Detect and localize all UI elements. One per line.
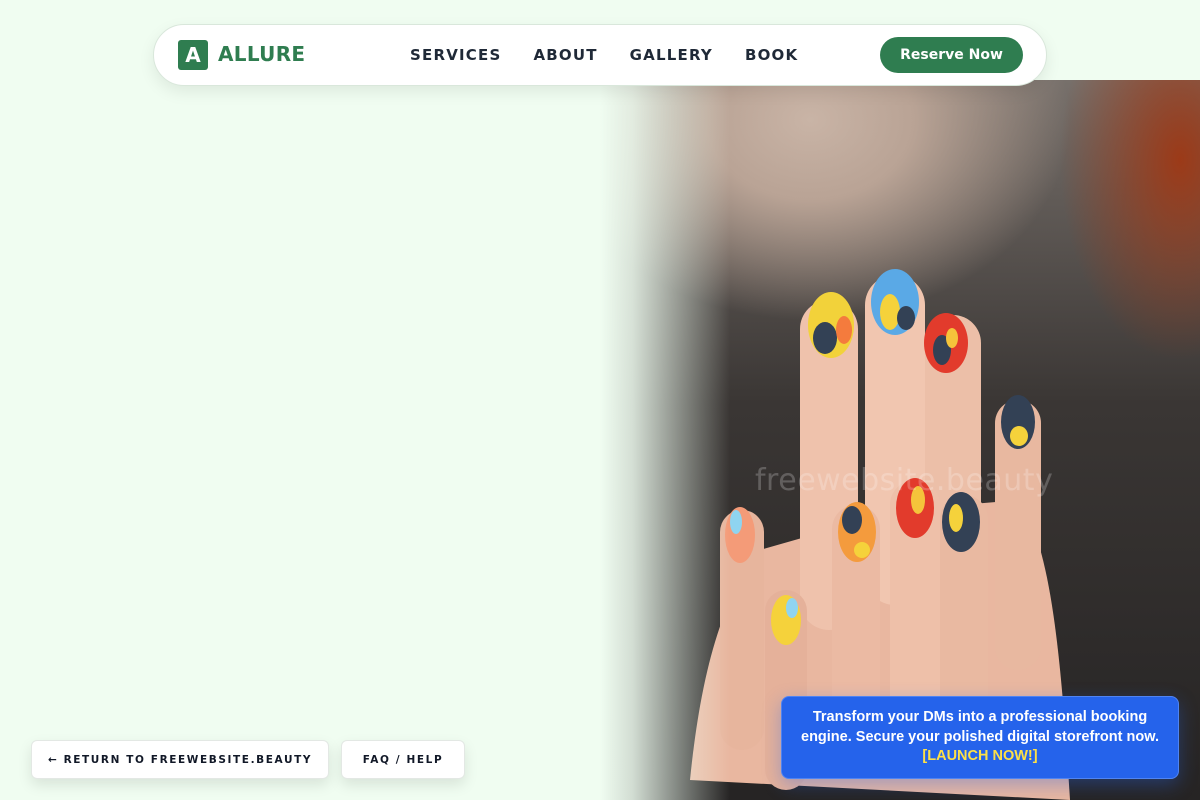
nav-link-book[interactable]: BOOK (745, 46, 798, 64)
nav-link-gallery[interactable]: GALLERY (630, 46, 713, 64)
watermark-text: freewebsite.beauty (755, 463, 1054, 498)
main-menu: SERVICES ABOUT GALLERY BOOK (410, 46, 798, 64)
nav-link-about[interactable]: ABOUT (533, 46, 597, 64)
reserve-now-button[interactable]: Reserve Now (880, 37, 1023, 73)
promo-banner[interactable]: Transform your DMs into a professional b… (781, 696, 1179, 779)
faq-help-button[interactable]: FAQ / HELP (341, 740, 465, 779)
header-nav: A ALLURE SERVICES ABOUT GALLERY BOOK Res… (153, 24, 1047, 86)
promo-text: Transform your DMs into a professional b… (801, 709, 1159, 745)
nav-link-services[interactable]: SERVICES (410, 46, 501, 64)
hero-fade (600, 80, 730, 800)
logo-icon[interactable]: A (178, 40, 208, 70)
launch-now-link[interactable]: [LAUNCH NOW!] (782, 747, 1178, 767)
brand-name[interactable]: ALLURE (218, 42, 305, 66)
page: freewebsite.beauty A ALLURE SERVICES ABO… (0, 0, 1200, 800)
return-to-site-button[interactable]: ← RETURN TO FREEWEBSITE.BEAUTY (31, 740, 329, 779)
hero-image (600, 80, 1200, 800)
